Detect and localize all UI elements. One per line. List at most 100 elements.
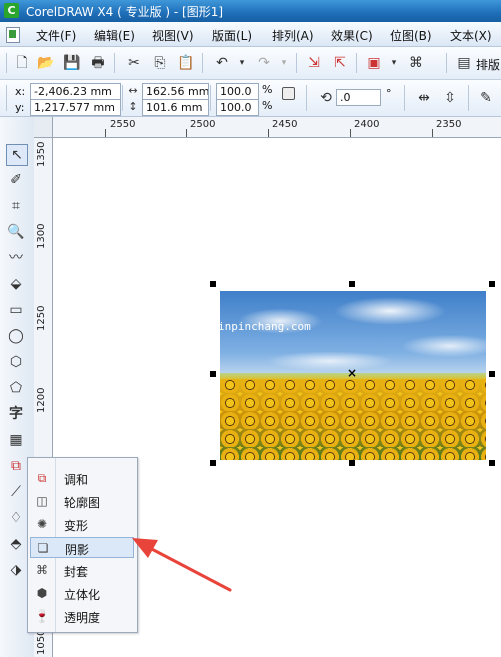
text-tool-icon[interactable]: 字 — [6, 404, 26, 424]
rectangle-tool-icon[interactable]: ▭ — [6, 300, 26, 320]
fill-tool-icon[interactable]: ⬘ — [6, 534, 26, 554]
flyout-label: 透明度 — [64, 611, 101, 625]
horizontal-ruler[interactable]: 2550 2500 2450 2400 2350 — [34, 117, 501, 138]
ruler-label: 2550 — [110, 119, 136, 130]
menu-effects[interactable]: 效果(C) — [331, 27, 373, 44]
ruler-label: 1050 — [36, 629, 47, 655]
toolbar-separator — [210, 85, 211, 111]
mirror-vertical-icon[interactable]: ⇳ — [440, 88, 460, 108]
ruler-tick — [432, 129, 433, 137]
interactive-blend-tool-icon[interactable]: ⧉ — [6, 456, 26, 476]
selection-handle-left[interactable] — [210, 371, 216, 377]
selection-handle-bottom-right[interactable] — [489, 460, 495, 466]
flyout-item-drop-shadow[interactable]: ❏ 阴影 — [30, 537, 134, 558]
mirror-horizontal-icon[interactable]: ⇹ — [414, 88, 434, 108]
save-icon[interactable]: 💾 — [62, 53, 82, 73]
selection-handle-top-left[interactable] — [210, 281, 216, 287]
window-title: CorelDRAW X4 ( 专业版 ) - [图形1] — [26, 5, 224, 19]
toolbar-separator — [404, 85, 405, 111]
toolbar-grip — [6, 85, 7, 111]
corel-online-icon[interactable]: ⌘ — [406, 53, 426, 73]
ruler-origin[interactable] — [34, 117, 53, 138]
flyout-item-transparency[interactable]: 🍷 透明度 — [30, 606, 134, 627]
undo-dropdown-icon[interactable]: ▾ — [232, 53, 252, 73]
flyout-item-contour[interactable]: ◫ 轮廓图 — [30, 491, 134, 512]
outline-tool-icon[interactable]: ♢ — [6, 508, 26, 528]
y-label: y: — [15, 101, 25, 114]
coreldraw-app-icon[interactable]: C — [4, 3, 19, 18]
x-label: x: — [15, 85, 26, 98]
ruler-label: 2350 — [436, 119, 462, 130]
scale-x-field[interactable]: 100.0 — [216, 83, 259, 100]
launcher-dropdown-icon[interactable]: ▾ — [384, 53, 404, 73]
copy-icon[interactable]: ⎘ — [150, 53, 170, 73]
envelope-icon: ⌘ — [36, 563, 48, 577]
pick-tool-icon[interactable]: ↖ — [6, 144, 28, 166]
layout-icon[interactable]: ▤ — [454, 53, 474, 73]
paste-icon[interactable]: 📋 — [176, 53, 196, 73]
polygon-tool-icon[interactable]: ⬡ — [6, 352, 26, 372]
freehand-tool-icon[interactable]: 〰 — [6, 248, 26, 268]
basic-shapes-tool-icon[interactable]: ⬠ — [6, 378, 26, 398]
scale-y-percent: % — [262, 99, 273, 112]
rotation-field[interactable]: .0 — [336, 89, 381, 106]
standard-toolbar: 🗋 📂 💾 🖶 ✂ ⎘ 📋 ↶ ▾ ↷ ▾ ⇲ ⇱ ▣ ▾ ⌘ ▤ 排版 — [0, 47, 501, 80]
table-tool-icon[interactable]: ▦ — [6, 430, 26, 450]
y-position-field[interactable]: 1,217.577 mm — [30, 99, 121, 116]
selection-handle-top[interactable] — [349, 281, 355, 287]
selection-handle-top-right[interactable] — [489, 281, 495, 287]
flyout-label: 轮廓图 — [64, 496, 101, 510]
flyout-item-extrude[interactable]: ⬢ 立体化 — [30, 583, 134, 604]
edit-bitmap-icon[interactable]: ✎ — [476, 88, 496, 108]
open-icon[interactable]: 📂 — [36, 53, 56, 73]
redo-icon[interactable]: ↷ — [254, 53, 274, 73]
ruler-label: 1200 — [36, 387, 47, 413]
print-icon[interactable]: 🖶 — [88, 53, 108, 73]
menu-file[interactable]: 文件(F) — [36, 27, 76, 44]
ruler-label: 1350 — [36, 141, 47, 167]
flyout-item-distort[interactable]: ✺ 变形 — [30, 514, 134, 535]
flyout-item-envelope[interactable]: ⌘ 封套 — [30, 560, 134, 581]
export-icon[interactable]: ⇱ — [330, 53, 350, 73]
rotation-icon: ⟲ — [320, 90, 332, 106]
menu-view[interactable]: 视图(V) — [152, 27, 194, 44]
selection-handle-bottom[interactable] — [349, 460, 355, 466]
undo-icon[interactable]: ↶ — [212, 53, 232, 73]
menu-bitmaps[interactable]: 位图(B) — [390, 27, 432, 44]
height-field[interactable]: 101.6 mm — [142, 99, 209, 116]
import-icon[interactable]: ⇲ — [304, 53, 324, 73]
document-icon[interactable] — [6, 27, 20, 43]
interactive-fill-tool-icon[interactable]: ⬗ — [6, 560, 26, 580]
toolbar-separator — [468, 85, 469, 111]
selection-handle-right[interactable] — [489, 371, 495, 377]
flyout-label: 变形 — [64, 519, 89, 533]
menu-layout[interactable]: 版面(L) — [212, 27, 252, 44]
height-icon: ↕ — [128, 100, 138, 113]
lock-ratio-icon[interactable] — [282, 87, 295, 100]
toolbar-separator — [122, 85, 123, 111]
new-document-icon[interactable]: 🗋 — [12, 53, 32, 73]
menu-edit[interactable]: 编辑(E) — [94, 27, 135, 44]
cut-icon[interactable]: ✂ — [124, 53, 144, 73]
x-position-field[interactable]: -2,406.23 mm — [30, 83, 121, 100]
toolbar-separator — [446, 53, 447, 73]
ellipse-tool-icon[interactable]: ◯ — [6, 326, 26, 346]
selection-handle-bottom-left[interactable] — [210, 460, 216, 466]
menu-text[interactable]: 文本(X) — [450, 27, 492, 44]
crop-tool-icon[interactable]: ⌗ — [6, 196, 26, 216]
distort-icon: ✺ — [36, 517, 48, 531]
smart-fill-tool-icon[interactable]: ⬙ — [6, 274, 26, 294]
rotation-center-mark[interactable]: × — [347, 366, 357, 380]
ruler-label: 2400 — [354, 119, 380, 130]
flyout-item-blend[interactable]: ⧉ 调和 — [30, 468, 134, 489]
layout-label[interactable]: 排版 — [476, 56, 500, 73]
ruler-label: 1250 — [36, 305, 47, 331]
scale-y-field[interactable]: 100.0 — [216, 99, 259, 116]
zoom-tool-icon[interactable]: 🔍 — [6, 222, 26, 242]
eyedropper-tool-icon[interactable]: ⟋ — [6, 482, 26, 502]
application-launcher-icon[interactable]: ▣ — [364, 53, 384, 73]
width-field[interactable]: 162.56 mm — [142, 83, 209, 100]
shape-tool-icon[interactable]: ✐ — [6, 170, 26, 190]
redo-dropdown-icon[interactable]: ▾ — [274, 53, 294, 73]
menu-arrange[interactable]: 排列(A) — [272, 27, 314, 44]
